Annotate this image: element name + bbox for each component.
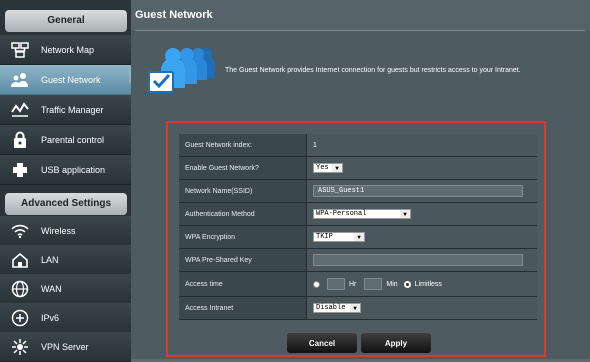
guest-network-form: Guest Network index: 1 Enable Guest Netw… (179, 134, 537, 320)
limitless-radio[interactable] (403, 280, 411, 288)
index-value: 1 (313, 141, 317, 149)
minute-unit-label: Min (386, 280, 398, 288)
page-description: The Guest Network provides Internet conn… (225, 67, 521, 74)
authentication-method-value: WPA-Personal (316, 210, 367, 218)
usb-application-icon (10, 160, 30, 180)
parental-control-icon (10, 130, 30, 150)
sidebar-item-vpn-server[interactable]: VPN Server (0, 332, 131, 362)
advanced-section-header: Advanced Settings (5, 193, 127, 215)
guest-network-icon (10, 70, 30, 90)
sidebar-item-label: Wireless (41, 225, 76, 236)
sidebar-item-label: Parental control (41, 134, 105, 145)
sidebar-item-parental-control[interactable]: Parental control (0, 125, 131, 155)
wireless-icon (10, 221, 30, 241)
ipv6-icon (10, 308, 30, 328)
sidebar-item-usb-application[interactable]: USB application (0, 155, 131, 185)
chevron-down-icon: ▼ (354, 233, 364, 241)
title-bar: Guest Network (131, 0, 590, 30)
sidebar: General Network Map Guest Network Traffi… (0, 0, 137, 362)
enable-guest-network-value: Yes (316, 164, 329, 172)
sidebar-item-wireless[interactable]: Wireless (0, 216, 131, 246)
limitless-label: Limitless (414, 280, 442, 288)
access-intranet-select[interactable]: Disable ▼ (313, 303, 361, 313)
minute-input[interactable] (364, 278, 383, 290)
chevron-down-icon: ▼ (332, 164, 342, 172)
index-label: Guest Network index: (179, 134, 307, 156)
sidebar-item-traffic-manager[interactable]: Traffic Manager (0, 95, 131, 125)
sidebar-item-network-map[interactable]: Network Map (0, 35, 131, 65)
form-row-encryption: WPA Encryption TKIP ▼ (179, 226, 537, 249)
auth-label: Authentication Method (179, 203, 307, 225)
cancel-button[interactable]: Cancel (286, 332, 358, 354)
authentication-method-select[interactable]: WPA-Personal ▼ (313, 209, 411, 219)
sidebar-item-label: VPN Server (41, 341, 89, 352)
chevron-down-icon: ▼ (350, 304, 360, 312)
network-map-icon (10, 40, 30, 60)
ssid-input[interactable]: ASUS_Guest1 (313, 185, 523, 197)
sidebar-item-ipv6[interactable]: IPv6 (0, 303, 131, 333)
sidebar-item-label: Network Map (41, 44, 95, 55)
form-row-intranet: Access Intranet Disable ▼ (179, 297, 537, 320)
encryption-label: WPA Encryption (179, 226, 307, 248)
form-row-psk: WPA Pre-Shared Key (179, 249, 537, 272)
sidebar-item-label: USB application (41, 164, 106, 175)
form-row-auth: Authentication Method WPA-Personal ▼ (179, 203, 537, 226)
guest-users-icon (147, 44, 219, 99)
wan-icon (10, 279, 30, 299)
form-row-ssid: Network Name(SSID) ASUS_Guest1 (179, 180, 537, 203)
sidebar-item-guest-network[interactable]: Guest Network (0, 65, 131, 95)
main-content: Guest Network The Guest Network provides… (131, 0, 590, 359)
wpa-encryption-value: TKIP (316, 233, 333, 241)
pre-shared-key-input[interactable] (313, 254, 523, 266)
sidebar-item-label: Guest Network (41, 74, 101, 85)
apply-button[interactable]: Apply (360, 332, 432, 354)
timed-access-radio[interactable] (313, 280, 320, 288)
form-row-access-time: Access time Hr Min Limitless (179, 272, 537, 297)
page-title: Guest Network (135, 9, 213, 21)
general-section-header: General (5, 10, 127, 32)
traffic-manager-icon (10, 100, 30, 120)
sidebar-item-lan[interactable]: LAN (0, 245, 131, 275)
access-time-label: Access time (179, 272, 307, 296)
lan-icon (10, 250, 30, 270)
sidebar-item-label: IPv6 (41, 312, 60, 323)
intranet-label: Access Intranet (179, 297, 307, 319)
enable-guest-network-select[interactable]: Yes ▼ (313, 163, 343, 173)
psk-label: WPA Pre-Shared Key (179, 249, 307, 271)
vpn-server-icon (10, 337, 30, 357)
chevron-down-icon: ▼ (400, 210, 410, 218)
hour-unit-label: Hr (349, 280, 357, 288)
form-row-enable: Enable Guest Network? Yes ▼ (179, 157, 537, 180)
access-intranet-value: Disable (316, 304, 346, 312)
title-divider (135, 30, 585, 31)
hour-input[interactable] (327, 278, 345, 290)
sidebar-item-wan[interactable]: WAN (0, 274, 131, 304)
sidebar-item-label: WAN (41, 283, 62, 294)
form-row-index: Guest Network index: 1 (179, 134, 537, 157)
sidebar-item-label: Traffic Manager (41, 104, 104, 115)
enable-label: Enable Guest Network? (179, 157, 307, 179)
wpa-encryption-select[interactable]: TKIP ▼ (313, 232, 365, 242)
ssid-label: Network Name(SSID) (179, 180, 307, 202)
sidebar-item-label: LAN (41, 254, 59, 265)
